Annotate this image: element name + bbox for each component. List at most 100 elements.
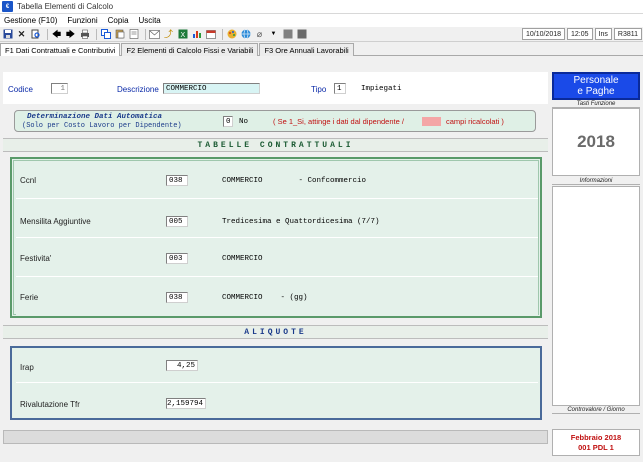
status-cells: 10/10/2018 12:05 Ins R3811 [520,28,642,40]
auto-note-right: campi ricalcolati ) [446,117,504,126]
status-time: 12:05 [567,28,593,40]
ferie-text: COMMERCIO - (gg) [222,294,308,302]
chart-icon[interactable] [191,29,202,40]
festivita-code-field[interactable]: 003 [166,253,188,264]
auto-note-left: ( Se 1_Si, attinge i dati dal dipendente… [273,117,404,126]
aliquote-box: Irap 4,25 Rivalutazione Tfr 2,159794 [10,346,542,420]
mail-icon[interactable] [149,29,160,40]
mensilita-code-field[interactable]: 005 [166,216,188,227]
festivita-label: Festivita' [20,254,52,263]
mensilita-text: Tredicesima e Quattordicesima (7/7) [222,218,380,226]
tabelle-box: Ccnl 038 COMMERCIO - Confcommercio Mensi… [10,157,542,318]
festivita-text: COMMERCIO [222,255,263,263]
palette-icon[interactable] [226,29,237,40]
bottom-status-bar [3,430,548,444]
auto-value-field[interactable]: 0 [223,116,233,127]
toolbar-separator [222,28,223,40]
toolbar-separator [96,28,97,40]
menu-gestione[interactable]: Gestione (F10) [4,16,57,25]
controvalore-label: Controvalore / Giorno [552,407,640,414]
status-date: 10/10/2018 [521,28,566,40]
auto-value-text: No [239,118,249,126]
dropdown-arrow-icon[interactable]: ▼ [268,29,279,40]
toolbar-separator [47,28,48,40]
paste-icon[interactable] [114,29,125,40]
status-code: R3811 [613,28,642,40]
ferie-code-field[interactable]: 038 [166,292,188,303]
toolbar-separator [145,28,146,40]
ccnl-text: COMMERCIO - Confcommercio [222,177,367,185]
title-bar: € Tabella Elementi di Calcolo [0,0,643,14]
aliquote-title: ALIQUOTE [244,327,307,337]
tfr-label: Rivalutazione Tfr [20,400,80,409]
tab-bar: F1 Dati Contrattuali e Contributivi F2 E… [0,43,643,56]
grey-square-icon[interactable] [296,29,307,40]
info-box [552,186,640,406]
copy-icon[interactable] [100,29,111,40]
toolbar: ✕ 🡄 🡆 ⤴ X ⌀ ▼ 10/10/2018 12:05 Ins R3811 [0,27,643,42]
brand-box[interactable]: Personale e Paghe [552,72,640,100]
arrow-right-icon[interactable]: 🡆 [65,29,76,40]
tabelle-title: TABELLE CONTRATTUALI [197,140,354,150]
recalc-color-swatch [422,117,441,126]
codice-field[interactable]: 1 [51,83,68,94]
ccnl-code-field[interactable]: 038 [166,175,188,186]
tasti-funzione-label: Tasti Funzione [552,101,640,108]
pdl-text: 001 PDL 1 [578,442,614,452]
irap-field[interactable]: 4,25 [166,360,198,371]
table-row: Ferie 038 COMMERCIO - (gg) [16,278,538,316]
arrow-left-icon[interactable]: 🡄 [51,29,62,40]
table-row: Irap 4,25 [16,350,538,383]
status-mode: Ins [594,28,612,40]
year-display: 2018 [552,108,640,176]
find-icon[interactable] [30,29,41,40]
tabelle-section-header: TABELLE CONTRATTUALI [3,138,548,152]
close-icon[interactable]: ✕ [16,29,27,40]
informazioni-label: Informazioni [552,178,640,185]
table-row: Festivita' 003 COMMERCIO [16,239,538,277]
menu-funzioni[interactable]: Funzioni [67,16,97,25]
tfr-field[interactable]: 2,159794 [166,398,206,409]
auto-determination-box: Determinazione Dati Automatica (Solo per… [14,110,536,132]
window-title: Tabella Elementi di Calcolo [17,2,114,11]
aliquote-section-header: ALIQUOTE [3,325,548,339]
table-row: Rivalutazione Tfr 2,159794 [16,384,538,417]
spreadsheet-icon[interactable]: X [177,29,188,40]
auto-subtitle: (Solo per Costo Lavoro per Dipendente) [22,122,182,130]
table-row: Ccnl 038 COMMERCIO - Confcommercio [16,161,538,199]
print-icon[interactable] [79,29,90,40]
tab-f1[interactable]: F1 Dati Contrattuali e Contributivi [0,43,121,56]
period-text: Febbraio 2018 [570,432,622,442]
menu-copia[interactable]: Copia [108,16,129,25]
globe-icon[interactable] [240,29,251,40]
period-box: Febbraio 2018 001 PDL 1 [552,429,640,456]
brand-line-2: e Paghe [577,86,615,97]
descrizione-field[interactable]: COMMERCIO [163,83,260,94]
calendar-icon[interactable] [205,29,216,40]
auto-title: Determinazione Dati Automatica [27,113,163,121]
ccnl-label: Ccnl [20,176,37,185]
tab-f3[interactable]: F3 Ore Annuali Lavorabili [259,43,354,56]
tipo-text: Impiegati [361,85,402,93]
mensilita-label: Mensilita Aggiuntive [20,217,91,226]
tipo-field[interactable]: 1 [334,83,346,94]
svg-text:X: X [180,32,185,39]
tab-f2[interactable]: F2 Elementi di Calcolo Fissi e Variabili [121,43,259,56]
export-icon[interactable]: ⤴ [163,29,174,40]
attach-icon[interactable]: ⌀ [254,29,265,40]
header-panel: Codice 1 Descrizione COMMERCIO Tipo 1 Im… [3,72,548,104]
ferie-label: Ferie [20,293,39,302]
table-row: Mensilita Aggiuntive 005 Tredicesima e Q… [16,200,538,238]
irap-label: Irap [20,363,34,372]
codice-label: Codice [8,85,33,94]
grey-square-icon[interactable] [282,29,293,40]
descrizione-label: Descrizione [117,85,159,94]
app-icon: € [2,1,13,12]
document-icon[interactable] [128,29,139,40]
tipo-label: Tipo [311,85,327,94]
save-icon[interactable] [2,29,13,40]
menu-bar: Gestione (F10) Funzioni Copia Uscita [0,14,643,27]
tabelle-inner: Ccnl 038 COMMERCIO - Confcommercio Mensi… [13,160,539,316]
brand-line-1: Personale [573,75,619,86]
menu-uscita[interactable]: Uscita [139,16,161,25]
